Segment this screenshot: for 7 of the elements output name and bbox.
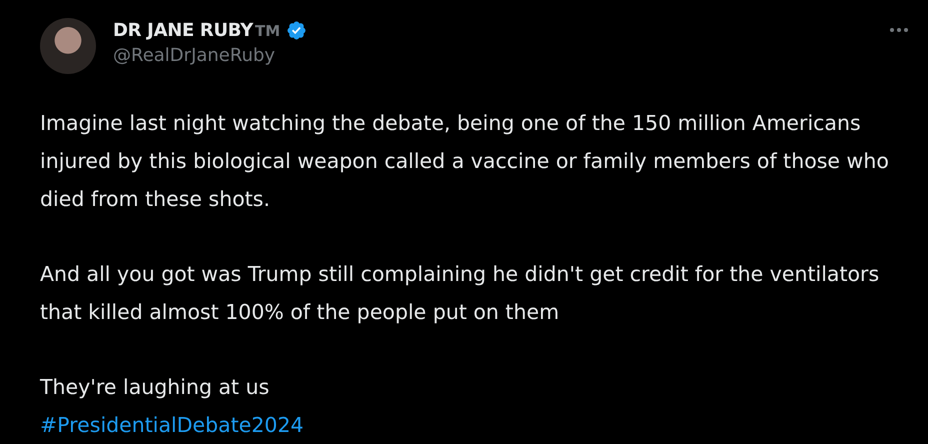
- hashtag-link[interactable]: #PresidentialDebate2024: [40, 406, 304, 444]
- author-handle[interactable]: @RealDrJaneRuby: [113, 45, 873, 66]
- author-name[interactable]: DR JANE RUBY: [113, 20, 253, 41]
- post-paragraph: They're laughing at us: [40, 374, 270, 401]
- trademark-label: TM: [254, 22, 280, 40]
- post-paragraph: And all you got was Trump still complaining he didn't get credit for the ventilators that killed almost 100% of the people put on them: [40, 261, 880, 326]
- post-paragraph: Imagine last night watching the debate, being one of the 150 million Americans injured by this biological weapon called a vaccine or family members of those who died from these shots.: [40, 110, 890, 213]
